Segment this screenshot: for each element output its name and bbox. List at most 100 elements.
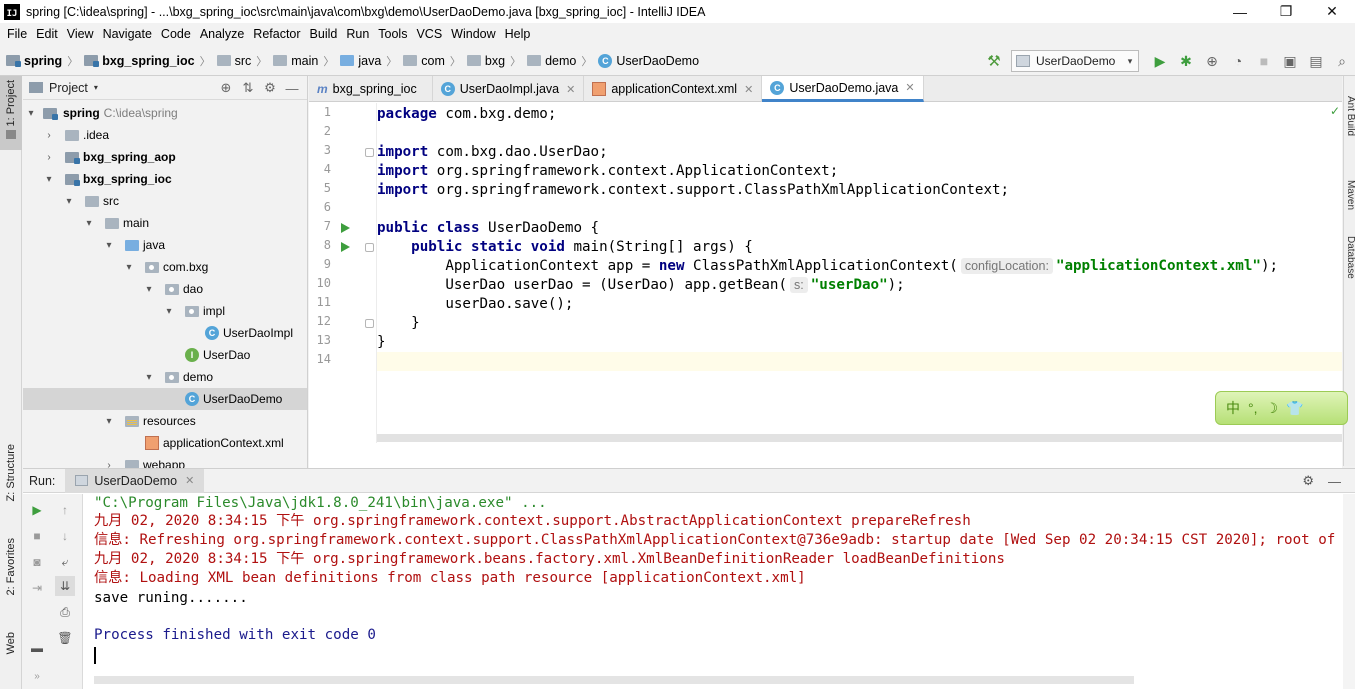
expand-arrow-icon[interactable]: › xyxy=(43,130,55,141)
expand-arrow-icon[interactable]: ▾ xyxy=(43,174,55,185)
run-configuration-select[interactable]: UserDaoDemo ▾ xyxy=(1011,50,1139,72)
tree-item-webapp[interactable]: › webapp xyxy=(23,454,307,469)
hide-panel-icon[interactable]: — xyxy=(1328,474,1341,489)
run-console-output[interactable]: "C:\Program Files\Java\jdk1.8.0_241\bin\… xyxy=(84,494,1343,672)
tree-item-dao[interactable]: ▾ dao xyxy=(23,278,307,300)
terminal-button[interactable]: ▤ xyxy=(1303,50,1329,72)
breadcrumb-item[interactable]: C UserDaoDemo xyxy=(598,53,699,68)
run-tab-userdaodemo[interactable]: UserDaoDemo ✕ xyxy=(65,468,205,493)
run-button[interactable]: ▶ xyxy=(1147,50,1173,72)
soft-wrap-button[interactable]: ⤶ xyxy=(55,552,75,572)
close-button[interactable]: ✕ xyxy=(1309,0,1355,23)
tab-web-tool[interactable]: Web xyxy=(0,632,22,672)
scroll-down-button[interactable]: ↓ xyxy=(55,526,75,546)
expand-arrow-icon[interactable]: › xyxy=(103,460,115,469)
rerun-button[interactable]: ▶ xyxy=(27,500,47,520)
tree-item-bxg-spring-ioc[interactable]: ▾ bxg_spring_ioc xyxy=(23,168,307,190)
fold-marker-icon[interactable] xyxy=(365,148,374,157)
ime-punctuation[interactable]: °, xyxy=(1248,400,1258,416)
expand-arrow-icon[interactable]: ▾ xyxy=(25,108,37,119)
maven-tool[interactable]: Maven xyxy=(1344,180,1355,220)
tree-item-src[interactable]: ▾ src xyxy=(23,190,307,212)
gear-icon[interactable]: ⚙ xyxy=(1302,473,1314,489)
minimize-button[interactable]: — xyxy=(1217,0,1263,23)
console-vertical-scrollbar[interactable] xyxy=(1343,494,1355,689)
breadcrumb-item[interactable]: com xyxy=(403,54,445,68)
breadcrumb-item[interactable]: demo xyxy=(527,54,576,68)
database-tool[interactable]: Database xyxy=(1344,236,1355,296)
build-hammer-icon[interactable]: ⚒ xyxy=(983,50,1005,72)
locate-icon[interactable]: ⊕ xyxy=(215,78,237,98)
menu-edit[interactable]: Edit xyxy=(33,27,64,41)
scroll-to-end-button[interactable]: ⇊ xyxy=(55,576,75,596)
tree-item-idea[interactable]: › .idea xyxy=(23,124,307,146)
tab-userdaoimpl-java[interactable]: C UserDaoImpl.java ✕ xyxy=(433,76,585,102)
expand-arrow-icon[interactable]: ▾ xyxy=(103,416,115,427)
print-button[interactable]: ⎙ xyxy=(55,602,75,622)
expand-arrow-icon[interactable]: ▾ xyxy=(163,306,175,317)
moon-icon[interactable]: ☽ xyxy=(1266,400,1279,417)
close-tab-icon[interactable]: ✕ xyxy=(566,83,575,96)
menu-refactor[interactable]: Refactor xyxy=(250,27,306,41)
breadcrumb-item[interactable]: main xyxy=(273,54,318,68)
stop-button[interactable]: ■ xyxy=(27,526,47,546)
menu-view[interactable]: View xyxy=(64,27,100,41)
tab-applicationcontext-xml[interactable]: applicationContext.xml ✕ xyxy=(584,76,763,102)
menu-build[interactable]: Build xyxy=(307,27,344,41)
menu-vcs[interactable]: VCS xyxy=(413,27,448,41)
scrollbar-thumb[interactable] xyxy=(377,434,1342,442)
collapse-all-icon[interactable]: ⇅ xyxy=(237,78,259,98)
project-panel-title[interactable]: Project xyxy=(49,81,88,95)
run-main-gutter-icon[interactable] xyxy=(341,242,350,252)
ime-chinese-mode[interactable]: 中 xyxy=(1226,398,1240,418)
tab-favorites-tool[interactable]: 2: Favorites xyxy=(0,538,22,618)
skin-icon[interactable]: 👕 xyxy=(1286,400,1303,417)
expand-arrow-icon[interactable]: ▾ xyxy=(123,262,135,273)
camera-icon[interactable]: ◙ xyxy=(27,552,47,572)
menu-analyze[interactable]: Analyze xyxy=(197,27,250,41)
scroll-up-button[interactable]: ↑ xyxy=(55,500,75,520)
tab-project-tool[interactable]: 1: Project xyxy=(0,76,22,150)
inspection-ok-icon[interactable]: ✓ xyxy=(1330,104,1340,118)
tree-item-main[interactable]: ▾ main xyxy=(23,212,307,234)
fold-marker-icon[interactable] xyxy=(365,243,374,252)
tab-userdaodemo-java[interactable]: C UserDaoDemo.java ✕ xyxy=(762,76,924,102)
restore-layout-button[interactable]: ▬ xyxy=(27,638,47,658)
breadcrumb-item[interactable]: java xyxy=(340,54,381,68)
fold-marker-icon[interactable] xyxy=(365,319,374,328)
menu-file[interactable]: File xyxy=(4,27,33,41)
tree-item-java[interactable]: ▾ java xyxy=(23,234,307,256)
trash-icon[interactable]: 🗑 xyxy=(55,628,75,648)
menu-help[interactable]: Help xyxy=(502,27,537,41)
tab-structure-tool[interactable]: Z: Structure xyxy=(0,444,22,520)
expand-arrow-icon[interactable]: ▾ xyxy=(63,196,75,207)
close-tab-icon[interactable]: ✕ xyxy=(905,81,914,94)
tree-item-com-bxg[interactable]: ▾ com.bxg xyxy=(23,256,307,278)
close-tab-icon[interactable]: ✕ xyxy=(744,83,753,96)
code-text-area[interactable]: package com.bxg.demo; import com.bxg.dao… xyxy=(377,103,1342,443)
menu-run[interactable]: Run xyxy=(343,27,375,41)
project-structure-button[interactable]: ▣ xyxy=(1277,50,1303,72)
tab-bxg-spring-ioc[interactable]: m bxg_spring_ioc xyxy=(309,76,433,102)
menu-code[interactable]: Code xyxy=(158,27,197,41)
restore-button[interactable]: ❐ xyxy=(1263,0,1309,23)
tree-item-userdaodemo[interactable]: C UserDaoDemo xyxy=(23,388,307,410)
tree-item-resources[interactable]: ▾ resources xyxy=(23,410,307,432)
search-everywhere-button[interactable]: ⌕ xyxy=(1329,50,1355,72)
exit-icon[interactable]: ⇥ xyxy=(27,578,47,598)
expand-arrow-icon[interactable]: ▾ xyxy=(143,372,155,383)
console-horizontal-scrollbar[interactable] xyxy=(94,676,1134,684)
tree-item-spring[interactable]: ▾ spring C:\idea\spring xyxy=(23,102,307,124)
breadcrumb-item[interactable]: bxg xyxy=(466,54,505,68)
menu-window[interactable]: Window xyxy=(448,27,501,41)
tree-item-impl[interactable]: ▾ impl xyxy=(23,300,307,322)
hide-panel-icon[interactable]: — xyxy=(281,78,303,98)
tree-item-demo[interactable]: ▾ demo xyxy=(23,366,307,388)
menu-navigate[interactable]: Navigate xyxy=(100,27,158,41)
tree-item-bxg-spring-aop[interactable]: › bxg_spring_aop xyxy=(23,146,307,168)
breadcrumb-item[interactable]: src xyxy=(216,54,251,68)
coverage-button[interactable]: ⊕ xyxy=(1199,50,1225,72)
breadcrumb-item[interactable]: bxg_spring_ioc xyxy=(84,54,195,68)
breadcrumb-item[interactable]: spring xyxy=(6,54,62,68)
stop-button[interactable]: ■ xyxy=(1251,50,1277,72)
